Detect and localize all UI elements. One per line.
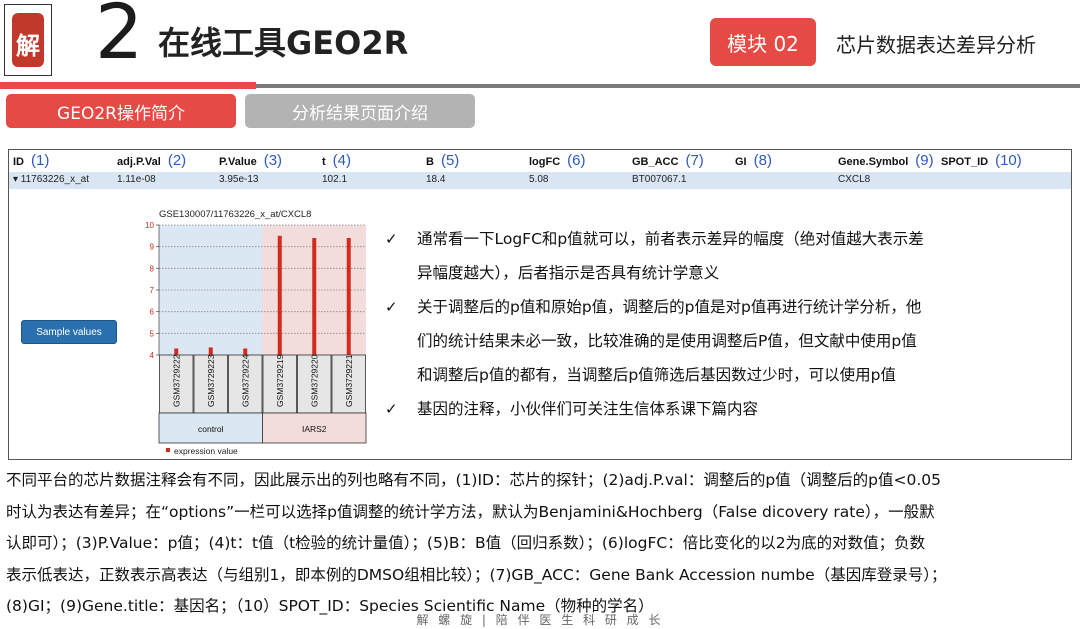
bullet-line: 们的统计结果未必一致，比较准确的是使用调整后P值，但文献中使用p值 bbox=[417, 332, 917, 350]
bullet-line: 异幅度越大），后者指示是否具有统计学意义 bbox=[417, 264, 720, 282]
tab-geo2r-intro[interactable]: GEO2R操作简介 bbox=[6, 94, 236, 128]
cell-b: 18.4 bbox=[426, 174, 446, 185]
paragraph-line: 表示低表达，正数表示高表达（与组别1，即本例的DMSO组相比较）；(7)GB_A… bbox=[6, 565, 947, 584]
col-header-gene-symbol[interactable]: Gene.Symbol (9) bbox=[838, 152, 934, 169]
col-header-gb-acc[interactable]: GB_ACC (7) bbox=[632, 152, 704, 169]
col-header-spot-id[interactable]: SPOT_ID (10) bbox=[941, 152, 1022, 169]
sample-label: GSM3729223 bbox=[206, 354, 216, 407]
sample-label: GSM3729219 bbox=[275, 354, 285, 407]
sample-label: GSM3729221 bbox=[344, 354, 354, 407]
y-tick-label: 6 bbox=[150, 308, 155, 317]
seal-logo: 解 bbox=[12, 13, 44, 67]
check-icon: ✓ bbox=[385, 400, 398, 418]
table-row[interactable]: ▾ 11763226_x_at 1.11e-08 3.95e-13 102.1 … bbox=[9, 172, 1071, 189]
header-divider bbox=[256, 84, 1080, 88]
bullet-line: ✓ 通常看一下LogFC和p值就可以，前者表示差异的幅度（绝对值越大表示差 bbox=[385, 222, 1025, 256]
module-badge: 模块 02 bbox=[710, 18, 816, 66]
col-header-t[interactable]: t (4) bbox=[322, 152, 351, 169]
cell-gb-acc: BT007067.1 bbox=[632, 174, 687, 185]
col-header-gi[interactable]: GI (8) bbox=[735, 152, 772, 169]
cell-id: ▾ 11763226_x_at bbox=[13, 174, 90, 185]
sample-label: GSM3729224 bbox=[240, 354, 250, 407]
footer-slogan: 解 螺 旋 | 陪 伴 医 生 科 研 成 长 bbox=[416, 613, 664, 627]
bullet-line: ✓ 关于调整后的p值和原始p值，调整后的p值是对p值再进行统计学分析，他 bbox=[385, 290, 1025, 324]
col-header-id[interactable]: ID (1) bbox=[13, 152, 49, 169]
y-tick-label: 5 bbox=[150, 329, 155, 338]
paragraph-line: 时认为表达有差异；在“options”一栏可以选择p值调整的统计学方法，默认为B… bbox=[6, 502, 935, 521]
bullet-line: 和调整后p值的都有，当调整后p值筛选后基因数过少时，可以使用p值 bbox=[417, 366, 897, 384]
page-title: 在线工具GEO2R bbox=[158, 24, 409, 62]
logo-char: 解 bbox=[16, 31, 40, 60]
cell-logfc: 5.08 bbox=[529, 174, 549, 185]
y-tick-label: 4 bbox=[150, 351, 155, 360]
col-header-logfc[interactable]: logFC (6) bbox=[529, 152, 586, 169]
cell-p-value: 3.95e-13 bbox=[219, 174, 259, 185]
sample-values-button[interactable]: Sample values bbox=[21, 320, 117, 344]
check-icon: ✓ bbox=[385, 230, 398, 248]
bar bbox=[277, 235, 282, 355]
check-icon: ✓ bbox=[385, 298, 398, 316]
y-tick-label: 7 bbox=[150, 286, 155, 295]
group-label: IARS2 bbox=[302, 424, 327, 434]
paragraph-line: 认即可）；(3)P.Value：p值；(4)t：t值（t检验的统计量值）；(5)… bbox=[6, 534, 926, 552]
sample-label: GSM3729220 bbox=[309, 354, 319, 407]
y-tick-label: 8 bbox=[150, 264, 155, 273]
expression-chart: GSE130007/11763226_x_at/CXCL8 4 5 6 7 8 9 10 GSM… bbox=[145, 209, 367, 456]
logo: 解 bbox=[4, 4, 52, 76]
cell-adj-p-val: 1.11e-08 bbox=[117, 174, 156, 185]
bar bbox=[174, 348, 179, 355]
bar bbox=[208, 347, 213, 355]
header-divider-accent bbox=[0, 82, 256, 89]
col-header-b[interactable]: B (5) bbox=[426, 152, 459, 169]
module-subtitle: 芯片数据表达差异分析 bbox=[836, 33, 1036, 57]
section-number: 2 bbox=[95, 0, 144, 76]
legend-swatch bbox=[166, 448, 170, 452]
y-tick-label: 10 bbox=[145, 221, 154, 230]
y-tick-label: 9 bbox=[150, 243, 155, 252]
paragraph-line: 不同平台的芯片数据注释会有不同，因此展示出的列也略有不同，(1)ID：芯片的探针… bbox=[6, 471, 942, 489]
column-description: 不同平台的芯片数据注释会有不同，因此展示出的列也略有不同，(1)ID：芯片的探针… bbox=[6, 465, 1068, 623]
notes-list: ✓ 通常看一下LogFC和p值就可以，前者表示差异的幅度（绝对值越大表示差异幅度越… bbox=[385, 222, 1025, 426]
table-header: ID (1) adj.P.Val (2) P.Value (3) t (4) B (5) … bbox=[9, 150, 1071, 173]
cell-gene-symbol: CXCL8 bbox=[838, 174, 871, 185]
col-header-adj-p-val[interactable]: adj.P.Val (2) bbox=[117, 152, 186, 169]
chart-title: GSE130007/11763226_x_at/CXCL8 bbox=[159, 209, 311, 220]
sample-label: GSM3729222 bbox=[171, 354, 181, 407]
col-header-p-value[interactable]: P.Value (3) bbox=[219, 152, 282, 169]
legend-label: expression value bbox=[174, 446, 238, 456]
cell-t: 102.1 bbox=[322, 174, 348, 185]
bullet-line: ✓ 基因的注释，小伙伴们可关注生信体系课下篇内容 bbox=[385, 392, 1025, 426]
bar bbox=[243, 348, 248, 355]
tab-result-page[interactable]: 分析结果页面介绍 bbox=[245, 94, 475, 128]
group-label: control bbox=[198, 424, 224, 434]
bar bbox=[312, 238, 317, 355]
bar bbox=[346, 238, 351, 355]
